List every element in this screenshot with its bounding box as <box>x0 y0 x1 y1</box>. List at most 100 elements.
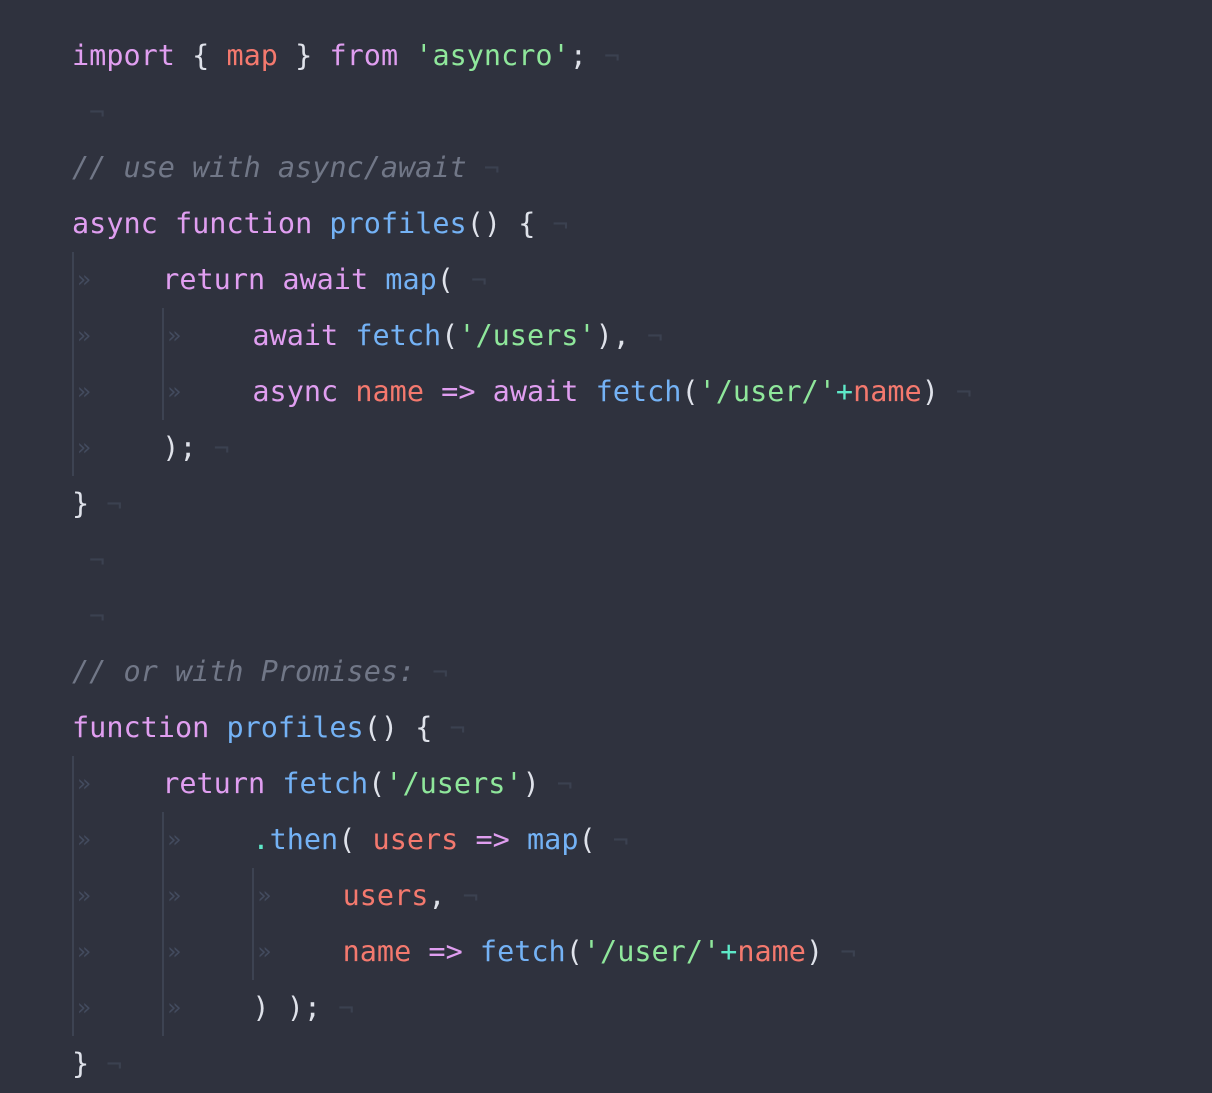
code-token-punc: , <box>428 879 446 912</box>
eol-marker-icon: ¬ <box>213 434 230 464</box>
eol-marker-icon: ¬ <box>471 266 487 296</box>
indent-guide: » <box>72 980 91 1036</box>
indent-guide: » <box>162 924 181 980</box>
code-token-punc: { <box>518 207 536 240</box>
tab-marker-icon: » <box>77 995 91 1021</box>
tab-marker-icon: » <box>77 379 91 405</box>
code-token-param: name <box>737 935 806 968</box>
indent-guide: » <box>72 364 91 420</box>
indent-guide: » <box>72 308 91 364</box>
code-token-punc: ) <box>252 991 270 1024</box>
code-token-kw: await <box>492 375 579 408</box>
code-line[interactable]: » return fetch('/users') ¬ <box>0 756 1212 812</box>
code-line[interactable]: »» .then( users => map( ¬ <box>0 812 1212 868</box>
tab-marker-icon: » <box>167 379 182 405</box>
code-line[interactable]: »»» name => fetch('/user/'+name) ¬ <box>0 924 1212 980</box>
code-token-punc: ( <box>681 375 699 408</box>
code-token-kw: => <box>428 935 463 968</box>
eol-marker-icon: ¬ <box>449 714 466 744</box>
eol-marker-icon: ¬ <box>552 210 569 240</box>
code-line[interactable]: ¬ <box>0 84 1212 140</box>
code-line[interactable]: // use with async/await ¬ <box>0 140 1212 196</box>
code-line[interactable]: » ») ); ¬ <box>0 980 1212 1036</box>
code-token-punc: ( <box>578 823 596 856</box>
eol-marker-icon: ¬ <box>840 938 856 968</box>
code-line[interactable]: ¬ <box>0 588 1212 644</box>
code-token-punc: ) <box>805 935 824 968</box>
code-token-punc: () <box>363 711 399 744</box>
code-token-punc: ) <box>162 431 180 464</box>
eol-marker-icon: ¬ <box>106 1050 122 1080</box>
code-line[interactable]: } ¬ <box>0 476 1212 532</box>
eol-marker-icon: ¬ <box>604 42 620 72</box>
code-token-param: map <box>226 39 278 72</box>
code-token-punc: ; <box>303 991 322 1024</box>
code-token-param: users <box>372 823 459 856</box>
eol-marker-icon: ¬ <box>89 602 105 632</box>
code-line[interactable]: // or with Promises: ¬ <box>0 644 1212 700</box>
indent-guide: » <box>72 756 91 812</box>
eol-marker-icon: ¬ <box>483 154 500 184</box>
indent-guide: » <box>162 364 181 420</box>
code-line[interactable]: async function profiles() { ¬ <box>0 196 1212 252</box>
code-token-punc: { <box>192 39 210 72</box>
eol-marker-icon: ¬ <box>106 490 122 520</box>
indent-guide: » <box>72 252 91 308</box>
code-token-fn: profiles <box>226 711 364 744</box>
code-token-punc: ) <box>595 319 613 352</box>
code-token-punc: ; <box>569 39 587 72</box>
code-line[interactable]: import { map } from 'asyncro'; ¬ <box>0 28 1212 84</box>
code-token-str: '/user/' <box>582 935 721 968</box>
code-token-punc: ; <box>179 431 197 464</box>
code-line[interactable]: } ¬ <box>0 1036 1212 1092</box>
code-token-param: users <box>342 879 429 912</box>
code-editor[interactable]: import { map } from 'asyncro'; ¬ ¬// use… <box>0 0 1212 1086</box>
tab-marker-icon: » <box>167 323 182 349</box>
code-token-punc: { <box>415 711 433 744</box>
tab-marker-icon: » <box>167 827 182 853</box>
code-token-param: name <box>342 935 412 968</box>
code-token-kw: from <box>329 39 399 72</box>
code-line[interactable]: » » await fetch('/users'), ¬ <box>0 308 1212 364</box>
indent-guide: » <box>162 812 181 868</box>
code-line[interactable]: » return await map( ¬ <box>0 252 1212 308</box>
code-token-kw: async <box>72 207 158 240</box>
code-token-str: '/users' <box>385 767 523 800</box>
tab-marker-icon: » <box>257 939 272 965</box>
code-line[interactable]: function profiles() { ¬ <box>0 700 1212 756</box>
code-token-str: '/users' <box>458 319 596 352</box>
tab-marker-icon: » <box>167 995 182 1021</box>
eol-marker-icon: ¬ <box>647 322 663 352</box>
tab-marker-icon: » <box>77 323 91 349</box>
code-token-str: '/user/' <box>698 375 836 408</box>
code-token-punc: , <box>612 319 630 352</box>
eol-marker-icon: ¬ <box>89 98 105 128</box>
code-token-param: name <box>853 375 922 408</box>
code-line[interactable]: » » » users, ¬ <box>0 868 1212 924</box>
code-token-fn: then <box>269 823 339 856</box>
tab-marker-icon: » <box>167 939 182 965</box>
eol-marker-icon: ¬ <box>956 378 972 408</box>
code-line[interactable]: »» async name => await fetch('/user/'+nam… <box>0 364 1212 420</box>
code-line[interactable]: ¬ <box>0 532 1212 588</box>
code-token-kw: function <box>72 711 210 744</box>
code-token-kw: import <box>72 39 175 72</box>
code-token-fn: map <box>527 823 579 856</box>
code-line[interactable]: »); ¬ <box>0 420 1212 476</box>
code-token-fn: fetch <box>355 319 442 352</box>
code-token-op: + <box>835 375 854 408</box>
indent-guide: » <box>72 812 91 868</box>
